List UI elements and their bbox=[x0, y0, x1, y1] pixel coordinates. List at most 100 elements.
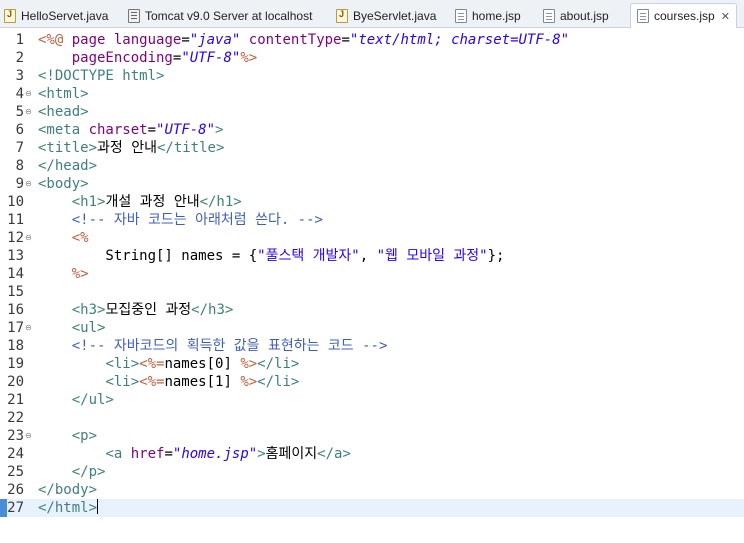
code-text: <html> bbox=[38, 85, 89, 103]
code-text: <h3>모집중인 과정</h3> bbox=[38, 301, 234, 319]
code-text: <title>과정 안내</title> bbox=[38, 139, 224, 157]
code-line[interactable]: 27 </html> bbox=[0, 499, 744, 517]
code-line[interactable]: 26 </body> bbox=[0, 481, 744, 499]
code-line[interactable]: 19 <li><%=names[0] %></li> bbox=[0, 355, 744, 373]
code-line[interactable]: 14 %> bbox=[0, 265, 744, 283]
code-line[interactable]: 1 <%@ page language="java" contentType="t… bbox=[0, 31, 744, 49]
code-text: <!DOCTYPE html> bbox=[38, 67, 164, 85]
tab-label: about.jsp bbox=[560, 8, 609, 23]
code-text: <ul> bbox=[38, 319, 106, 337]
code-line[interactable]: 22 bbox=[0, 409, 744, 427]
tab-tomcat-server[interactable]: Tomcat v9.0 Server at localhost bbox=[128, 3, 312, 28]
code-line[interactable]: 20 <li><%=names[1] %></li> bbox=[0, 373, 744, 391]
code-line[interactable]: 3 <!DOCTYPE html> bbox=[0, 67, 744, 85]
fold-toggle-icon[interactable]: ⊖ bbox=[25, 319, 32, 337]
tab-helloservet-java[interactable]: HelloServet.java bbox=[4, 3, 108, 28]
code-token: </head> bbox=[38, 158, 98, 174]
tab-label: ByeServlet.java bbox=[353, 8, 437, 23]
line-number: 4 bbox=[15, 86, 24, 102]
line-number: 8 bbox=[15, 158, 24, 174]
editor-tab-bar: HelloServet.java Tomcat v9.0 Server at l… bbox=[0, 0, 744, 28]
line-number: 23 bbox=[7, 428, 24, 444]
code-token: = bbox=[181, 32, 190, 48]
line-number: 14 bbox=[7, 266, 24, 282]
fold-toggle-icon[interactable]: ⊖ bbox=[25, 175, 32, 193]
line-number: 21 bbox=[7, 392, 24, 408]
line-number: 7 bbox=[15, 140, 24, 156]
line-number: 24 bbox=[7, 446, 24, 462]
code-token: </title> bbox=[156, 140, 225, 156]
code-line[interactable]: 9 ⊖ <body> bbox=[0, 175, 744, 193]
tab-label: courses.jsp bbox=[654, 9, 715, 23]
code-token: <a bbox=[105, 446, 131, 462]
text-caret bbox=[97, 499, 99, 514]
code-token: > bbox=[215, 122, 224, 138]
code-token: > bbox=[257, 446, 266, 462]
code-token: <%= bbox=[139, 356, 165, 372]
tab-home-jsp[interactable]: home.jsp bbox=[455, 3, 521, 28]
close-icon[interactable]: ✕ bbox=[721, 10, 730, 23]
line-number: 6 bbox=[15, 122, 24, 138]
code-token: <p> bbox=[71, 428, 98, 444]
code-line[interactable]: 18 <!-- 자바코드의 획득한 값을 표현하는 코드 --> bbox=[0, 337, 744, 355]
code-line[interactable]: 12 ⊖ <% bbox=[0, 229, 744, 247]
code-line[interactable]: 8 </head> bbox=[0, 157, 744, 175]
code-text: <li><%=names[1] %></li> bbox=[38, 373, 299, 391]
code-line[interactable]: 23 ⊖ <p> bbox=[0, 427, 744, 445]
fold-toggle-icon[interactable]: ⊖ bbox=[25, 103, 32, 121]
line-number: 27 bbox=[7, 500, 24, 516]
line-number: 12 bbox=[7, 230, 24, 246]
code-token: language bbox=[113, 32, 182, 48]
code-text: <% bbox=[38, 229, 89, 247]
code-token: </p> bbox=[71, 464, 106, 480]
code-editor[interactable]: 1 <%@ page language="java" contentType="t… bbox=[0, 28, 744, 543]
code-text: pageEncoding="UTF-8"%> bbox=[38, 49, 257, 67]
code-token: = bbox=[147, 122, 157, 138]
code-token: 홈페이지 bbox=[265, 446, 318, 462]
code-token: "java" bbox=[189, 32, 241, 48]
code-line[interactable]: 11 <!-- 자바 코드는 아래처럼 쓴다. --> bbox=[0, 211, 744, 229]
fold-toggle-icon[interactable]: ⊖ bbox=[25, 229, 32, 247]
code-token: names[1] bbox=[164, 374, 241, 390]
code-token: <h3> bbox=[71, 302, 106, 318]
code-line[interactable]: 5 ⊖ <head> bbox=[0, 103, 744, 121]
fold-toggle-icon[interactable]: ⊖ bbox=[25, 85, 32, 103]
line-number: 5 bbox=[15, 104, 24, 120]
code-token: "UTF-8" bbox=[156, 122, 216, 138]
code-token: <meta bbox=[38, 122, 89, 138]
code-token: </li> bbox=[257, 356, 300, 372]
code-token: <!-- 자바 코드는 아래처럼 쓴다. --> bbox=[71, 212, 323, 228]
tab-about-jsp[interactable]: about.jsp bbox=[543, 3, 609, 28]
code-token: </h3> bbox=[191, 302, 234, 318]
code-line[interactable]: 16 <h3>모집중인 과정</h3> bbox=[0, 301, 744, 319]
code-token: 과정 안내 bbox=[97, 140, 157, 156]
code-line[interactable]: 2 pageEncoding="UTF-8"%> bbox=[0, 49, 744, 67]
tab-byeservlet-java[interactable]: ByeServlet.java bbox=[336, 3, 436, 28]
code-token: String[] names = { bbox=[38, 248, 258, 264]
code-line[interactable]: 7 <title>과정 안내</title> bbox=[0, 139, 744, 157]
code-line[interactable]: 10 <h1>개설 과정 안내</h1> bbox=[0, 193, 744, 211]
tab-label: HelloServet.java bbox=[21, 8, 109, 23]
line-number: 26 bbox=[7, 482, 24, 498]
code-line[interactable]: 24 <a href="home.jsp">홈페이지</a> bbox=[0, 445, 744, 463]
code-line[interactable]: 25 </p> bbox=[0, 463, 744, 481]
fold-toggle-icon[interactable]: ⊖ bbox=[25, 427, 32, 445]
code-token: "웹 모바일 과정" bbox=[376, 248, 488, 264]
jsp-file-icon bbox=[637, 9, 649, 23]
code-line[interactable]: 21 </ul> bbox=[0, 391, 744, 409]
code-token: <%= bbox=[139, 374, 165, 390]
code-line[interactable]: 15 bbox=[0, 283, 744, 301]
code-text: <body> bbox=[38, 175, 89, 193]
code-line[interactable]: 13 String[] names = {"풀스택 개발자", "웹 모바일 과… bbox=[0, 247, 744, 265]
code-line[interactable]: 6 <meta charset="UTF-8"> bbox=[0, 121, 744, 139]
code-line[interactable]: 17 ⊖ <ul> bbox=[0, 319, 744, 337]
code-line[interactable]: 4 ⊖ <html> bbox=[0, 85, 744, 103]
code-token: </html> bbox=[38, 500, 98, 516]
tab-courses-jsp[interactable]: courses.jsp ✕ bbox=[630, 3, 737, 28]
